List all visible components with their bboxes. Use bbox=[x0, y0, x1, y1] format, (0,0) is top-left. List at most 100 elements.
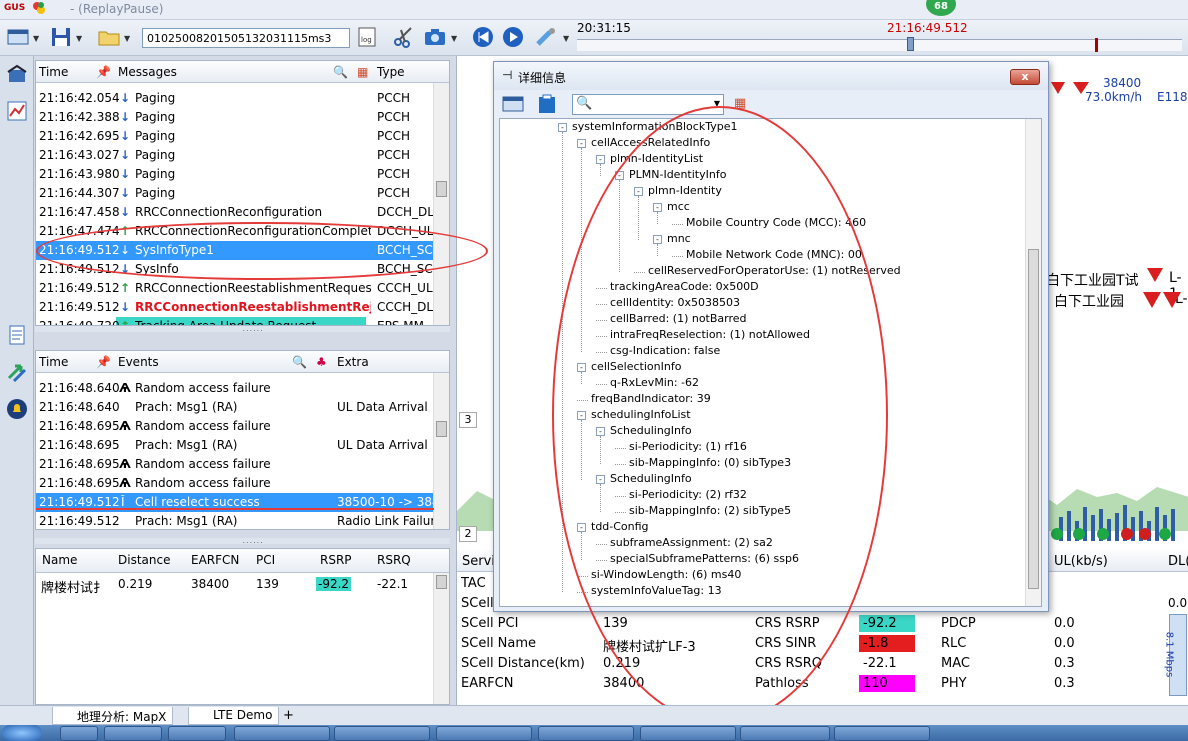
tab-lte-demo[interactable]: LTE Demo bbox=[188, 707, 280, 725]
log-icon[interactable]: log bbox=[355, 26, 379, 48]
tree-node[interactable]: cellBarred: (1) notBarred bbox=[610, 312, 747, 325]
pin-icon[interactable]: 📌 bbox=[96, 355, 111, 369]
scroll-thumb[interactable] bbox=[436, 575, 447, 589]
tree-node[interactable]: Mobile Country Code (MCC): 460 bbox=[686, 216, 866, 229]
settings-tool-icon[interactable] bbox=[534, 26, 558, 48]
tree-node[interactable]: si-Periodicity: (2) rf32 bbox=[629, 488, 747, 501]
dialog-title-bar[interactable]: ⊣ 详细信息 x bbox=[494, 62, 1048, 90]
grid-icon[interactable]: ▦ bbox=[357, 65, 368, 79]
col-header-time[interactable]: Time bbox=[39, 65, 68, 79]
scissors-icon[interactable] bbox=[391, 26, 415, 48]
tree-collapse-icon[interactable]: - bbox=[596, 475, 605, 484]
tree-node[interactable]: cellIdentity: 0x5038503 bbox=[610, 296, 740, 309]
camera-icon[interactable] bbox=[423, 26, 447, 48]
start-button[interactable] bbox=[2, 725, 42, 741]
chart-tab-2[interactable]: 2 bbox=[459, 526, 477, 542]
view-icon[interactable] bbox=[502, 94, 524, 114]
tree-node[interactable]: cellSelectionInfo bbox=[591, 360, 681, 373]
taskbar-item[interactable] bbox=[834, 726, 930, 741]
event-row[interactable]: 21:16:48.695 Prach: Msg1 (RA) UL Data Arri… bbox=[36, 436, 433, 455]
taskbar-item[interactable] bbox=[234, 726, 330, 741]
col-header-rsrq[interactable]: RSRQ bbox=[377, 553, 411, 567]
tree-collapse-icon[interactable]: - bbox=[577, 139, 586, 148]
taskbar-item[interactable] bbox=[640, 726, 736, 741]
message-row[interactable]: 21:16:42.054 ↓ Paging PCCH bbox=[36, 89, 433, 108]
tree-node[interactable]: mcc bbox=[667, 200, 690, 213]
save-icon[interactable] bbox=[49, 26, 73, 48]
col-header-distance[interactable]: Distance bbox=[118, 553, 170, 567]
message-row[interactable]: 21:16:47.458 ↓ RRCConnectionReconfiguratio… bbox=[36, 203, 434, 222]
message-row[interactable]: 21:16:42.388 ↓ Paging PCCH bbox=[36, 108, 433, 127]
message-row[interactable]: 21:16:49.720 ↑ Tracking Area Update Reques… bbox=[36, 317, 433, 325]
play-icon[interactable] bbox=[501, 26, 525, 48]
timeline-thumb[interactable] bbox=[907, 37, 914, 51]
tree-node[interactable]: schedulingInfoList bbox=[591, 408, 691, 421]
tree-node[interactable]: trackingAreaCode: 0x500D bbox=[610, 280, 759, 293]
chevron-down-icon[interactable]: ▼ bbox=[33, 34, 39, 43]
cells-scrollbar[interactable] bbox=[433, 573, 449, 704]
col-header-name[interactable]: Name bbox=[42, 553, 77, 567]
tree-node[interactable]: tdd-Config bbox=[591, 520, 649, 533]
notification-badge[interactable]: 68 bbox=[926, 0, 956, 16]
dialog-search-input[interactable]: 🔍 ▼ bbox=[572, 94, 724, 115]
tree-node[interactable]: systemInfoValueTag: 13 bbox=[591, 584, 722, 597]
col-header-events[interactable]: Events bbox=[118, 355, 159, 369]
document-icon[interactable] bbox=[6, 324, 28, 346]
tree-node[interactable]: mnc bbox=[667, 232, 691, 245]
tree-node[interactable]: Mobile Network Code (MNC): 00 bbox=[686, 248, 862, 261]
event-row[interactable]: 21:16:48.695 Ѧ Random access failure bbox=[36, 417, 433, 436]
tree-node[interactable]: csg-Indication: false bbox=[610, 344, 720, 357]
col-header-pci[interactable]: PCI bbox=[256, 553, 275, 567]
tree-node[interactable]: sib-MappingInfo: (0) sibType3 bbox=[629, 456, 791, 469]
cell-row[interactable]: 牌楼村试扌 0.219 38400 139 -92.2 -22.1 bbox=[36, 575, 433, 596]
col-header-earfcn[interactable]: EARFCN bbox=[191, 553, 239, 567]
tree-node[interactable]: specialSubframePatterns: (6) ssp6 bbox=[610, 552, 799, 565]
tree-node[interactable]: freqBandIndicator: 39 bbox=[591, 392, 711, 405]
tree-collapse-icon[interactable]: - bbox=[577, 523, 586, 532]
tree-node[interactable]: cellAccessRelatedInfo bbox=[591, 136, 710, 149]
tree-node[interactable]: sib-MappingInfo: (2) sibType5 bbox=[629, 504, 791, 517]
tree-node[interactable]: q-RxLevMin: -62 bbox=[610, 376, 699, 389]
tree-collapse-icon[interactable]: - bbox=[634, 187, 643, 196]
taskbar-item[interactable] bbox=[538, 726, 634, 741]
tree-collapse-icon[interactable]: - bbox=[653, 203, 662, 212]
tree-node[interactable]: si-WindowLength: (6) ms40 bbox=[591, 568, 741, 581]
message-row[interactable]: 21:16:49.512 ↓ RRCConnectionReestablishmen… bbox=[36, 298, 433, 317]
chevron-down-icon[interactable]: ▼ bbox=[563, 34, 569, 43]
pin-icon[interactable]: ⊣ bbox=[502, 68, 512, 82]
tree-scrollbar[interactable] bbox=[1025, 119, 1041, 606]
chevron-down-icon[interactable]: ▼ bbox=[124, 34, 130, 43]
search-icon[interactable]: 🔍 bbox=[333, 65, 348, 79]
tree-node[interactable]: SchedulingInfo bbox=[610, 472, 692, 485]
splitter-2[interactable]: ...... bbox=[35, 536, 450, 545]
people-icon[interactable]: ♣ bbox=[316, 355, 327, 369]
chevron-down-icon[interactable]: ▼ bbox=[451, 34, 457, 43]
add-tab-button[interactable]: + bbox=[283, 708, 294, 723]
event-row[interactable]: 21:16:48.695 Ѧ Random access failure bbox=[36, 455, 433, 474]
tree-node[interactable]: subframeAssignment: (2) sa2 bbox=[610, 536, 773, 549]
transfer-icon[interactable] bbox=[6, 362, 28, 384]
chart-icon[interactable] bbox=[6, 100, 28, 122]
taskbar-item[interactable] bbox=[436, 726, 532, 741]
tree-node[interactable]: cellReservedForOperatorUse: (1) notReser… bbox=[648, 264, 901, 277]
chevron-down-icon[interactable]: ▼ bbox=[76, 34, 82, 43]
scroll-thumb[interactable] bbox=[436, 181, 447, 197]
message-row[interactable]: 21:16:47.474 ↑ RRCConnectionReconfiguratio… bbox=[36, 222, 434, 241]
message-row[interactable]: 21:16:44.307 ↓ Paging PCCH bbox=[36, 184, 433, 203]
tree-node[interactable]: intraFreqReselection: (1) notAllowed bbox=[610, 328, 810, 341]
taskbar-item[interactable] bbox=[168, 726, 226, 741]
home-icon[interactable] bbox=[6, 64, 28, 86]
tree-node[interactable]: plmn-Identity bbox=[648, 184, 722, 197]
scroll-thumb[interactable] bbox=[1028, 249, 1039, 589]
col-header-messages[interactable]: Messages bbox=[118, 65, 177, 79]
clipboard-icon[interactable] bbox=[536, 93, 558, 115]
message-row[interactable]: 21:16:42.695 ↓ Paging PCCH bbox=[36, 127, 433, 146]
tree-collapse-icon[interactable]: - bbox=[596, 155, 605, 164]
chevron-down-icon[interactable]: ▼ bbox=[714, 99, 720, 108]
tree-node[interactable]: SchedulingInfo bbox=[610, 424, 692, 437]
message-row[interactable]: 21:16:49.512 ↓ SysInfo BCCH_SC bbox=[36, 260, 433, 279]
tree-collapse-icon[interactable]: - bbox=[577, 411, 586, 420]
tree-node[interactable]: systemInformationBlockType1 bbox=[572, 120, 737, 133]
log-file-input[interactable] bbox=[142, 28, 350, 48]
taskbar-item[interactable] bbox=[740, 726, 830, 741]
